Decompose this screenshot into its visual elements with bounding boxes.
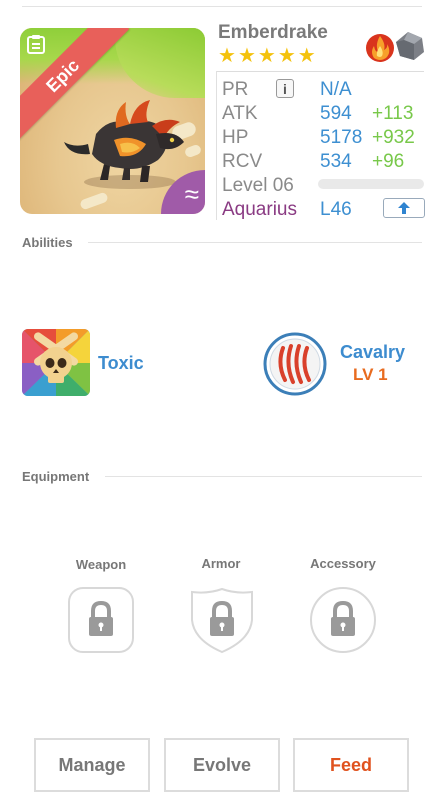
ability-cavalry-label: Cavalry bbox=[340, 342, 406, 362]
upgrade-button[interactable] bbox=[383, 198, 425, 218]
dragon-creature bbox=[64, 100, 184, 189]
rock-icon bbox=[396, 32, 424, 60]
level-label: Level 06 bbox=[222, 175, 294, 196]
info-button[interactable]: i bbox=[276, 79, 294, 98]
stat-label: RCV bbox=[222, 151, 263, 172]
sign-level: L46 bbox=[320, 199, 352, 220]
star-rating: ★ ★ ★ ★ ★ bbox=[218, 46, 316, 66]
pebble bbox=[79, 191, 109, 211]
stat-hp: HP 5178 +932 bbox=[222, 127, 422, 151]
weapon-slot[interactable] bbox=[67, 586, 135, 654]
star-icon: ★ bbox=[297, 45, 316, 67]
manage-button[interactable]: Manage bbox=[34, 738, 150, 792]
star-icon: ★ bbox=[237, 45, 256, 67]
stat-pr: PR N/A bbox=[222, 79, 422, 103]
element-symbol: ≈ bbox=[184, 179, 199, 209]
star-icon: ★ bbox=[277, 45, 296, 67]
skull-icon bbox=[22, 329, 90, 396]
stat-value: 534 bbox=[320, 151, 352, 172]
stat-value: 5178 bbox=[320, 127, 363, 148]
evolve-button[interactable]: Evolve bbox=[164, 738, 280, 792]
claw-marks-icon[interactable] bbox=[263, 332, 327, 396]
grass-background-right bbox=[115, 28, 205, 98]
abilities-divider bbox=[88, 242, 422, 243]
stat-bonus: +932 bbox=[372, 127, 415, 148]
stat-rcv: RCV 534 +96 bbox=[222, 151, 422, 175]
equipment-header: Equipment bbox=[22, 469, 90, 484]
stat-value: 594 bbox=[320, 103, 352, 124]
star-icon: ★ bbox=[218, 45, 236, 67]
armor-slot-label: Armor bbox=[201, 556, 241, 571]
fire-icon bbox=[366, 34, 394, 62]
list-menu-icon[interactable] bbox=[26, 34, 48, 56]
top-divider bbox=[22, 6, 422, 7]
arrow-up-icon bbox=[398, 202, 410, 214]
info-vertical-divider bbox=[216, 71, 217, 220]
ability-cavalry-level: LV 1 bbox=[353, 365, 388, 384]
ability-toxic-icon[interactable] bbox=[22, 329, 90, 396]
equipment-divider bbox=[105, 476, 422, 477]
feed-button[interactable]: Feed bbox=[293, 738, 409, 792]
stat-value: N/A bbox=[320, 79, 352, 100]
abilities-header: Abilities bbox=[22, 235, 73, 250]
weapon-slot-label: Weapon bbox=[75, 557, 127, 572]
monster-name: Emberdrake bbox=[218, 22, 328, 43]
star-icon: ★ bbox=[257, 45, 276, 67]
stat-atk: ATK 594 +113 bbox=[222, 103, 422, 127]
ability-toxic-label: Toxic bbox=[98, 353, 144, 373]
stat-label: ATK bbox=[222, 103, 258, 124]
accessory-slot[interactable] bbox=[309, 586, 377, 654]
armor-slot[interactable] bbox=[188, 586, 256, 654]
stat-label: HP bbox=[222, 127, 249, 148]
stat-bonus: +113 bbox=[372, 103, 414, 124]
info-divider bbox=[216, 71, 424, 72]
stat-bonus: +96 bbox=[372, 151, 405, 172]
accessory-slot-label: Accessory bbox=[310, 556, 376, 571]
stat-label: PR bbox=[222, 79, 249, 100]
sign-label: Aquarius bbox=[222, 199, 297, 220]
xp-progress-bar bbox=[318, 179, 424, 189]
element-icons bbox=[366, 32, 424, 62]
